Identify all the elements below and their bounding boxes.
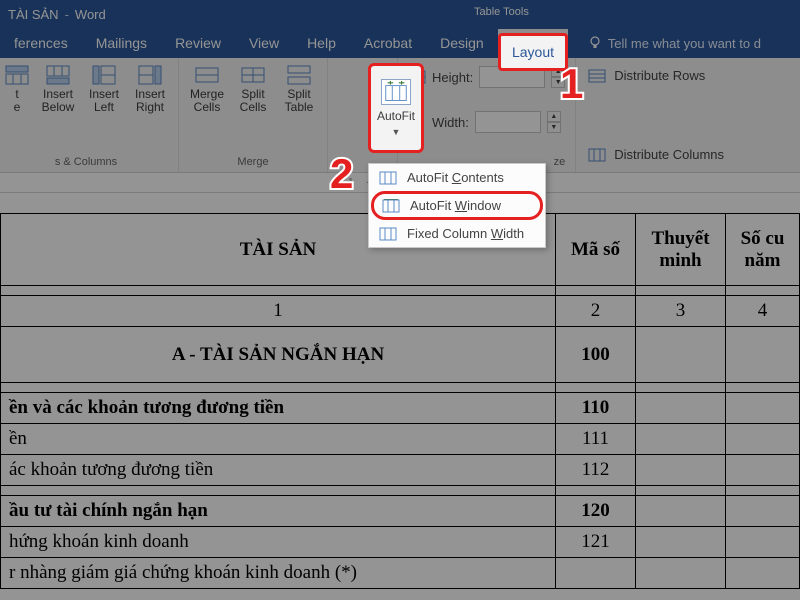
menu-fixed-column-width[interactable]: Fixed Column Width	[369, 220, 545, 247]
autofit-button[interactable]: AutoFit ▼	[368, 63, 424, 153]
fixed-width-icon	[379, 227, 397, 241]
tab-review[interactable]: Review	[161, 29, 235, 57]
width-spinner[interactable]: ▲▼	[547, 111, 561, 133]
group-cell-size: Height: ▲▼ Width: ▲▼ ze	[398, 58, 576, 172]
tell-me-placeholder: Tell me what you want to d	[608, 36, 761, 51]
table-row: ác khoản tương đương tiền	[1, 455, 556, 486]
split-cells-label: Split Cells	[240, 88, 267, 114]
insert-right-icon	[137, 64, 163, 86]
distribute-rows-label: Distribute Rows	[614, 68, 705, 83]
autofit-window-icon	[382, 199, 400, 213]
width-label: Width:	[432, 115, 469, 130]
insert-left-button[interactable]: Insert Left	[82, 62, 126, 116]
table-row: ầu tư tài chính ngắn hạn	[1, 496, 556, 527]
insert-right-button[interactable]: Insert Right	[128, 62, 172, 116]
split-cells-button[interactable]: Split Cells	[231, 62, 275, 116]
tab-design[interactable]: Design	[426, 29, 498, 57]
distribute-rows-button[interactable]: Distribute Rows	[588, 68, 724, 83]
group-merge-label: Merge	[185, 156, 321, 170]
distribute-columns-label: Distribute Columns	[614, 147, 724, 162]
table-row: ền	[1, 424, 556, 455]
menu-autofit-contents[interactable]: AutoFit Contents	[369, 164, 545, 191]
width-input[interactable]	[475, 111, 541, 133]
group-rows-columns: t e Insert Below Insert Left Insert Righ…	[0, 58, 179, 172]
distribute-columns-icon	[588, 148, 606, 162]
tab-layout[interactable]: Layout	[498, 29, 568, 57]
tell-me-search[interactable]: Tell me what you want to d	[588, 36, 761, 51]
group-rows-columns-label: s & Columns	[0, 156, 172, 170]
ribbon-tab-strip: ferences Mailings Review View Help Acrob…	[0, 28, 800, 58]
menu-item-label: Fixed Column Width	[407, 226, 524, 241]
split-table-button[interactable]: Split Table	[277, 62, 321, 116]
tab-acrobat[interactable]: Acrobat	[350, 29, 426, 57]
insert-left-label: Insert Left	[89, 88, 119, 114]
dropdown-arrow-icon: ▼	[392, 127, 401, 137]
autofit-dropdown-menu: AutoFit Contents AutoFit Window Fixed Co…	[368, 163, 546, 248]
document-area: TÀI SẢN Mã số Thuyết minh Số cu năm 1 2 …	[0, 193, 800, 589]
split-table-label: Split Table	[285, 88, 314, 114]
table-row: ền và các khoản tương đương tiền	[1, 393, 556, 424]
lightbulb-icon	[588, 36, 602, 50]
height-input[interactable]	[479, 66, 545, 88]
insert-above-button[interactable]: t e	[0, 62, 34, 116]
insert-above-label: t e	[14, 88, 21, 114]
document-title: TÀI SẢN	[8, 7, 59, 22]
balance-sheet-table[interactable]: TÀI SẢN Mã số Thuyết minh Số cu năm 1 2 …	[0, 213, 800, 589]
merge-cells-label: Merge Cells	[190, 88, 224, 114]
insert-below-icon	[45, 64, 71, 86]
split-table-icon	[286, 64, 312, 86]
title-bar: TÀI SẢN - Word Table Tools	[0, 0, 800, 28]
autofit-label: AutoFit	[377, 109, 415, 123]
tab-references[interactable]: ferences	[0, 29, 82, 57]
col-header-note: Thuyết minh	[636, 214, 726, 286]
callout-step-2: 2	[330, 150, 353, 198]
contextual-tab-label: Table Tools	[460, 0, 543, 24]
distribute-rows-icon	[588, 69, 606, 83]
section-a-label: A - TÀI SẢN NGẮN HẠN	[1, 327, 556, 383]
tab-help[interactable]: Help	[293, 29, 350, 57]
table-row: r nhàng giám giá chứng khoán kinh doanh …	[1, 558, 556, 589]
merge-cells-icon	[194, 64, 220, 86]
insert-right-label: Insert Right	[135, 88, 165, 114]
menu-autofit-window[interactable]: AutoFit Window	[371, 191, 543, 220]
height-label: Height:	[432, 70, 473, 85]
insert-below-button[interactable]: Insert Below	[36, 62, 80, 116]
tab-view[interactable]: View	[235, 29, 293, 57]
col-header-code: Mã số	[556, 214, 636, 286]
index-cell: 1	[1, 296, 556, 327]
insert-left-icon	[91, 64, 117, 86]
group-distribute: Distribute Rows Distribute Columns	[576, 58, 736, 172]
autofit-contents-icon	[379, 171, 397, 185]
autofit-icon	[381, 79, 411, 105]
table-row: hứng khoán kinh doanh	[1, 527, 556, 558]
title-sep: -	[65, 7, 69, 22]
callout-step-1: 1	[560, 60, 583, 108]
distribute-columns-button[interactable]: Distribute Columns	[588, 147, 724, 162]
tab-mailings[interactable]: Mailings	[82, 29, 161, 57]
menu-item-label: AutoFit Contents	[407, 170, 504, 185]
app-name: Word	[75, 7, 106, 22]
group-merge: Merge Cells Split Cells Split Table Merg…	[179, 58, 328, 172]
insert-above-icon	[4, 64, 30, 86]
merge-cells-button[interactable]: Merge Cells	[185, 62, 229, 116]
insert-below-label: Insert Below	[42, 88, 75, 114]
col-header-amount: Số cu năm	[726, 214, 800, 286]
menu-item-label: AutoFit Window	[410, 198, 501, 213]
split-cells-icon	[240, 64, 266, 86]
